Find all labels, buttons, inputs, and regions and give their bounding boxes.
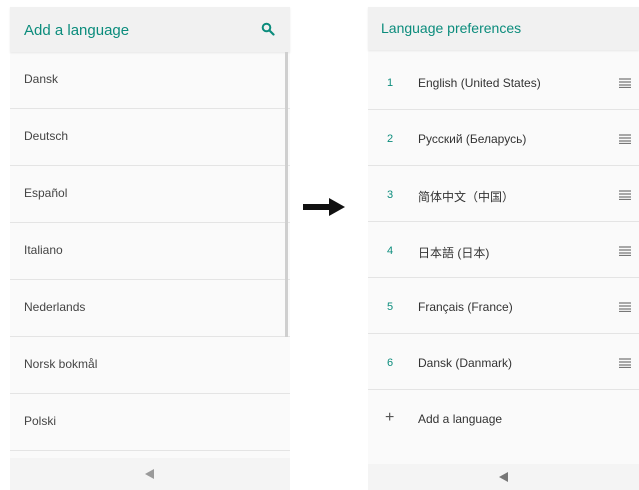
item-number: 4	[387, 245, 394, 257]
drag-handle-icon[interactable]	[619, 358, 631, 368]
item-label: Русский (Беларусь)	[418, 132, 527, 146]
add-language-button[interactable]: + Add a language	[368, 390, 639, 446]
item-number: 2	[387, 133, 394, 145]
item-label: Français (France)	[418, 300, 513, 314]
add-language-label: Add a language	[418, 412, 503, 426]
app-bar: Language preferences	[368, 7, 639, 50]
list-item-label: Deutsch	[24, 129, 69, 143]
right-arrow-icon	[303, 198, 345, 216]
preference-item[interactable]: 1 English (United States)	[368, 54, 639, 110]
drag-handle-icon[interactable]	[619, 134, 631, 144]
navigation-bar	[10, 458, 290, 490]
app-bar: Add a language	[10, 7, 290, 52]
preference-item[interactable]: 3 简体中文（中国）	[368, 166, 639, 222]
list-item-dansk[interactable]: Dansk	[10, 52, 290, 109]
page-title: Language preferences	[381, 20, 522, 36]
item-number: 6	[387, 357, 394, 369]
preference-item[interactable]: 5 Français (France)	[368, 278, 639, 334]
list-item-label: Dansk	[24, 72, 59, 86]
preference-item[interactable]: 6 Dansk (Danmark)	[368, 334, 639, 390]
item-label: 简体中文（中国）	[418, 190, 515, 204]
list-item-label: Polski	[24, 414, 57, 428]
language-list: Dansk Deutsch Español Italiano Nederland…	[10, 52, 290, 451]
drag-handle-icon[interactable]	[619, 302, 631, 312]
list-item-label: Italiano	[24, 243, 63, 257]
item-number: 3	[387, 189, 394, 201]
list-item-nederlands[interactable]: Nederlands	[10, 280, 290, 337]
drag-handle-icon[interactable]	[619, 190, 631, 200]
preference-item[interactable]: 2 Русский (Беларусь)	[368, 110, 639, 166]
item-label: English (United States)	[418, 76, 541, 90]
scrollbar[interactable]	[285, 52, 288, 337]
list-item-deutsch[interactable]: Deutsch	[10, 109, 290, 166]
preference-list: 1 English (United States) 2 Русский (Бел…	[368, 54, 639, 446]
item-number: 5	[387, 301, 394, 313]
list-item-polski[interactable]: Polski	[10, 394, 290, 451]
drag-handle-icon[interactable]	[619, 78, 631, 88]
navigation-bar	[368, 464, 639, 490]
item-label: Dansk (Danmark)	[418, 356, 513, 370]
list-item-label: Norsk bokmål	[24, 357, 98, 371]
item-label: 日本語 (日本)	[418, 246, 490, 260]
drag-handle-icon[interactable]	[619, 246, 631, 256]
preference-item[interactable]: 4 日本語 (日本)	[368, 222, 639, 278]
plus-icon: +	[385, 409, 395, 426]
back-icon[interactable]	[145, 469, 154, 479]
list-item-italiano[interactable]: Italiano	[10, 223, 290, 280]
back-icon[interactable]	[499, 472, 508, 482]
search-icon[interactable]	[261, 22, 275, 36]
language-preferences-screen: Language preferences 1 English (United S…	[368, 7, 639, 490]
list-item-label: Español	[24, 186, 68, 200]
list-item-espanol[interactable]: Español	[10, 166, 290, 223]
item-number: 1	[387, 77, 394, 89]
add-language-screen: Add a language Dansk Deutsch Español Ita…	[10, 7, 290, 490]
list-item-norsk-bokmal[interactable]: Norsk bokmål	[10, 337, 290, 394]
page-title: Add a language	[24, 22, 130, 39]
list-item-label: Nederlands	[24, 300, 86, 314]
